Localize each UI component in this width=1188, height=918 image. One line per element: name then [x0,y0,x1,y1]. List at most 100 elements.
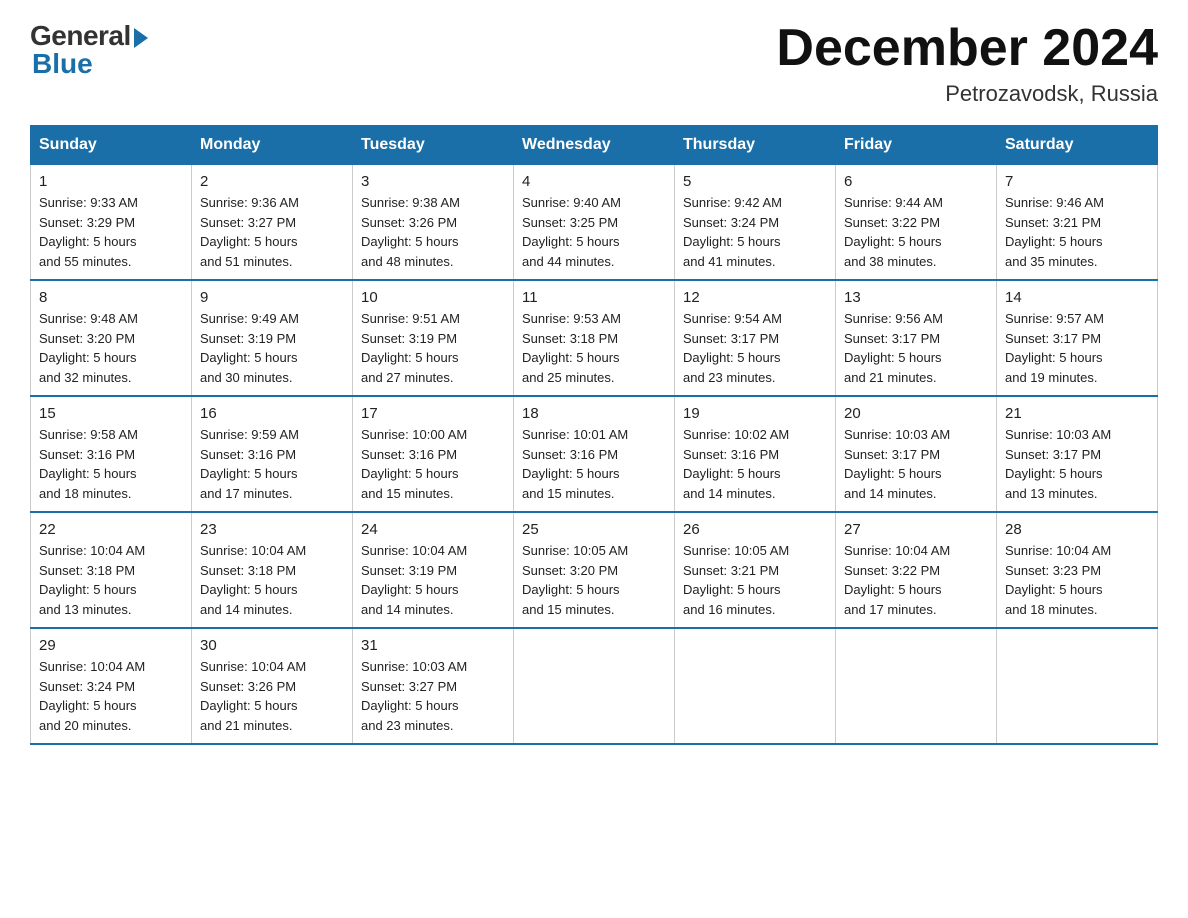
calendar-day-cell: 12Sunrise: 9:54 AMSunset: 3:17 PMDayligh… [675,280,836,396]
day-info: Sunrise: 10:04 AMSunset: 3:26 PMDaylight… [200,657,344,735]
day-number: 8 [39,289,183,306]
calendar-empty-cell [514,628,675,744]
day-number: 20 [844,405,988,422]
calendar-day-cell: 13 Sunrise: 9:56 AMSunset: 3:17 PMDayligh… [836,280,997,396]
calendar-day-cell: 3Sunrise: 9:38 AMSunset: 3:26 PMDaylight… [353,165,514,281]
day-info: Sunrise: 10:05 AMSunset: 3:21 PMDaylight… [683,541,827,619]
calendar-week-row: 22 Sunrise: 10:04 AMSunset: 3:18 PMDaylig… [31,512,1158,628]
month-year-title: December 2024 [776,20,1158,77]
day-info: Sunrise: 10:04 AMSunset: 3:18 PMDaylight… [39,541,183,619]
day-number: 2 [200,173,344,190]
calendar-day-cell: 4 Sunrise: 9:40 AMSunset: 3:25 PMDaylight… [514,165,675,281]
header-friday: Friday [836,126,997,165]
day-info: Sunrise: 10:02 AMSunset: 3:16 PMDaylight… [683,425,827,503]
day-info: Sunrise: 10:00 AMSunset: 3:16 PMDaylight… [361,425,505,503]
day-info: Sunrise: 10:04 AMSunset: 3:22 PMDaylight… [844,541,988,619]
calendar-day-cell: 19 Sunrise: 10:02 AMSunset: 3:16 PMDaylig… [675,396,836,512]
day-info: Sunrise: 10:04 AMSunset: 3:23 PMDaylight… [1005,541,1149,619]
calendar-week-row: 15 Sunrise: 9:58 AMSunset: 3:16 PMDayligh… [31,396,1158,512]
day-info: Sunrise: 9:40 AMSunset: 3:25 PMDaylight:… [522,193,666,271]
header-sunday: Sunday [31,126,192,165]
calendar-day-cell: 15 Sunrise: 9:58 AMSunset: 3:16 PMDayligh… [31,396,192,512]
page-header: General Blue December 2024 Petrozavodsk,… [30,20,1158,107]
calendar-day-cell: 9Sunrise: 9:49 AMSunset: 3:19 PMDaylight… [192,280,353,396]
day-number: 15 [39,405,183,422]
day-number: 29 [39,637,183,654]
day-info: Sunrise: 10:03 AMSunset: 3:17 PMDaylight… [1005,425,1149,503]
logo-arrow-icon [134,28,148,48]
day-number: 19 [683,405,827,422]
day-number: 7 [1005,173,1149,190]
day-info: Sunrise: 10:04 AMSunset: 3:24 PMDaylight… [39,657,183,735]
day-info: Sunrise: 9:48 AMSunset: 3:20 PMDaylight:… [39,309,183,387]
calendar-day-cell: 31 Sunrise: 10:03 AMSunset: 3:27 PMDaylig… [353,628,514,744]
day-number: 12 [683,289,827,306]
day-info: Sunrise: 10:04 AMSunset: 3:18 PMDaylight… [200,541,344,619]
day-info: Sunrise: 9:33 AMSunset: 3:29 PMDaylight:… [39,193,183,271]
calendar-day-cell: 8 Sunrise: 9:48 AMSunset: 3:20 PMDaylight… [31,280,192,396]
day-number: 31 [361,637,505,654]
logo: General Blue [30,20,148,80]
day-info: Sunrise: 9:38 AMSunset: 3:26 PMDaylight:… [361,193,505,271]
calendar-empty-cell [997,628,1158,744]
calendar-day-cell: 25 Sunrise: 10:05 AMSunset: 3:20 PMDaylig… [514,512,675,628]
day-number: 21 [1005,405,1149,422]
day-info: Sunrise: 10:05 AMSunset: 3:20 PMDaylight… [522,541,666,619]
calendar-day-cell: 29 Sunrise: 10:04 AMSunset: 3:24 PMDaylig… [31,628,192,744]
calendar-week-row: 8 Sunrise: 9:48 AMSunset: 3:20 PMDaylight… [31,280,1158,396]
day-number: 18 [522,405,666,422]
calendar-day-cell: 11 Sunrise: 9:53 AMSunset: 3:18 PMDayligh… [514,280,675,396]
calendar-day-cell: 17 Sunrise: 10:00 AMSunset: 3:16 PMDaylig… [353,396,514,512]
calendar-day-cell: 27 Sunrise: 10:04 AMSunset: 3:22 PMDaylig… [836,512,997,628]
calendar-week-row: 1 Sunrise: 9:33 AMSunset: 3:29 PMDaylight… [31,165,1158,281]
calendar-table: SundayMondayTuesdayWednesdayThursdayFrid… [30,125,1158,745]
day-number: 22 [39,521,183,538]
day-number: 26 [683,521,827,538]
day-info: Sunrise: 9:57 AMSunset: 3:17 PMDaylight:… [1005,309,1149,387]
day-info: Sunrise: 10:01 AMSunset: 3:16 PMDaylight… [522,425,666,503]
day-info: Sunrise: 9:56 AMSunset: 3:17 PMDaylight:… [844,309,988,387]
day-number: 28 [1005,521,1149,538]
day-number: 11 [522,289,666,306]
calendar-day-cell: 16 Sunrise: 9:59 AMSunset: 3:16 PMDayligh… [192,396,353,512]
calendar-day-cell: 23 Sunrise: 10:04 AMSunset: 3:18 PMDaylig… [192,512,353,628]
calendar-day-cell: 1 Sunrise: 9:33 AMSunset: 3:29 PMDaylight… [31,165,192,281]
calendar-day-cell: 6Sunrise: 9:44 AMSunset: 3:22 PMDaylight… [836,165,997,281]
day-number: 14 [1005,289,1149,306]
day-info: Sunrise: 9:58 AMSunset: 3:16 PMDaylight:… [39,425,183,503]
calendar-empty-cell [675,628,836,744]
calendar-empty-cell [836,628,997,744]
day-info: Sunrise: 9:53 AMSunset: 3:18 PMDaylight:… [522,309,666,387]
day-number: 30 [200,637,344,654]
location-subtitle: Petrozavodsk, Russia [776,81,1158,107]
day-info: Sunrise: 10:03 AMSunset: 3:17 PMDaylight… [844,425,988,503]
calendar-header-row: SundayMondayTuesdayWednesdayThursdayFrid… [31,126,1158,165]
logo-blue-text: Blue [32,48,93,80]
calendar-week-row: 29 Sunrise: 10:04 AMSunset: 3:24 PMDaylig… [31,628,1158,744]
day-info: Sunrise: 9:51 AMSunset: 3:19 PMDaylight:… [361,309,505,387]
calendar-day-cell: 7Sunrise: 9:46 AMSunset: 3:21 PMDaylight… [997,165,1158,281]
title-block: December 2024 Petrozavodsk, Russia [776,20,1158,107]
calendar-day-cell: 14 Sunrise: 9:57 AMSunset: 3:17 PMDayligh… [997,280,1158,396]
day-number: 23 [200,521,344,538]
day-info: Sunrise: 10:03 AMSunset: 3:27 PMDaylight… [361,657,505,735]
calendar-day-cell: 22 Sunrise: 10:04 AMSunset: 3:18 PMDaylig… [31,512,192,628]
header-monday: Monday [192,126,353,165]
day-info: Sunrise: 9:36 AMSunset: 3:27 PMDaylight:… [200,193,344,271]
day-number: 4 [522,173,666,190]
day-number: 1 [39,173,183,190]
day-info: Sunrise: 9:59 AMSunset: 3:16 PMDaylight:… [200,425,344,503]
day-number: 9 [200,289,344,306]
day-number: 25 [522,521,666,538]
day-info: Sunrise: 10:04 AMSunset: 3:19 PMDaylight… [361,541,505,619]
day-number: 13 [844,289,988,306]
day-number: 17 [361,405,505,422]
day-number: 16 [200,405,344,422]
calendar-day-cell: 30 Sunrise: 10:04 AMSunset: 3:26 PMDaylig… [192,628,353,744]
header-saturday: Saturday [997,126,1158,165]
day-number: 27 [844,521,988,538]
calendar-day-cell: 24Sunrise: 10:04 AMSunset: 3:19 PMDaylig… [353,512,514,628]
calendar-day-cell: 21 Sunrise: 10:03 AMSunset: 3:17 PMDaylig… [997,396,1158,512]
day-number: 10 [361,289,505,306]
calendar-day-cell: 20 Sunrise: 10:03 AMSunset: 3:17 PMDaylig… [836,396,997,512]
